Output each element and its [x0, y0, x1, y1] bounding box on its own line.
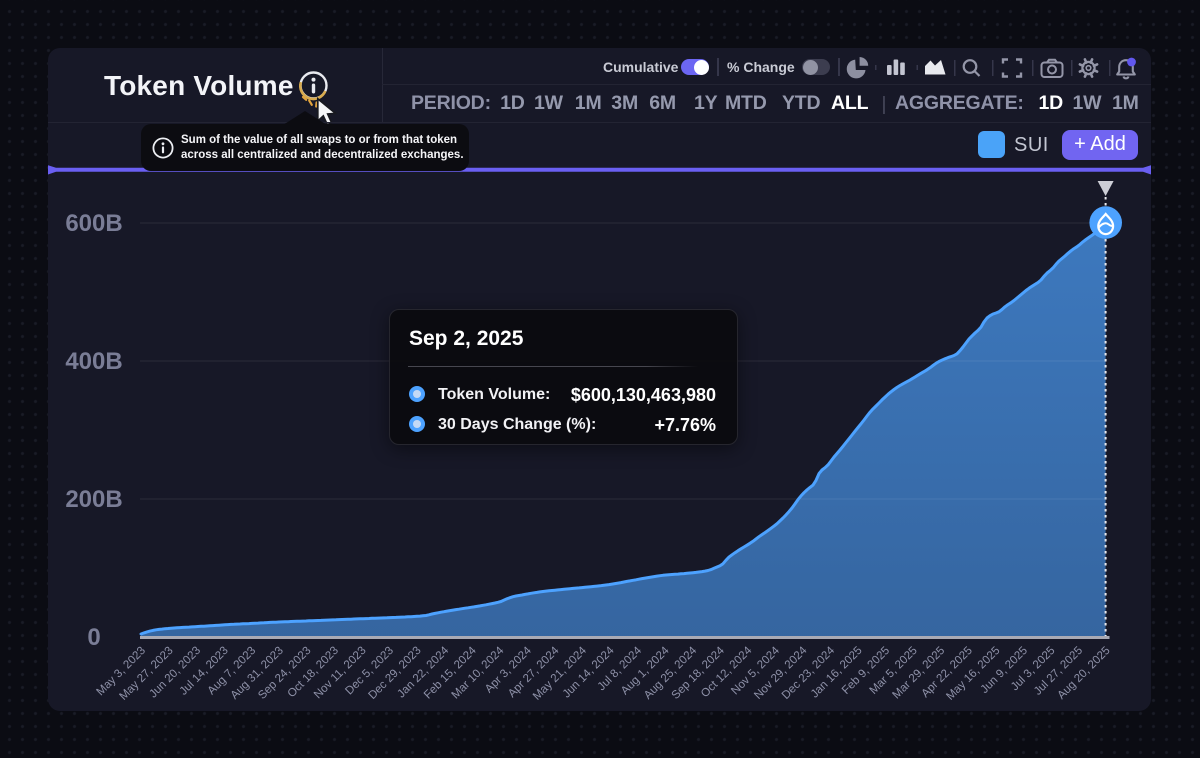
- svg-text:0: 0: [87, 624, 100, 651]
- svg-text:200B: 200B: [65, 486, 122, 513]
- svg-text:600B: 600B: [65, 210, 122, 237]
- svg-text:400B: 400B: [65, 348, 122, 375]
